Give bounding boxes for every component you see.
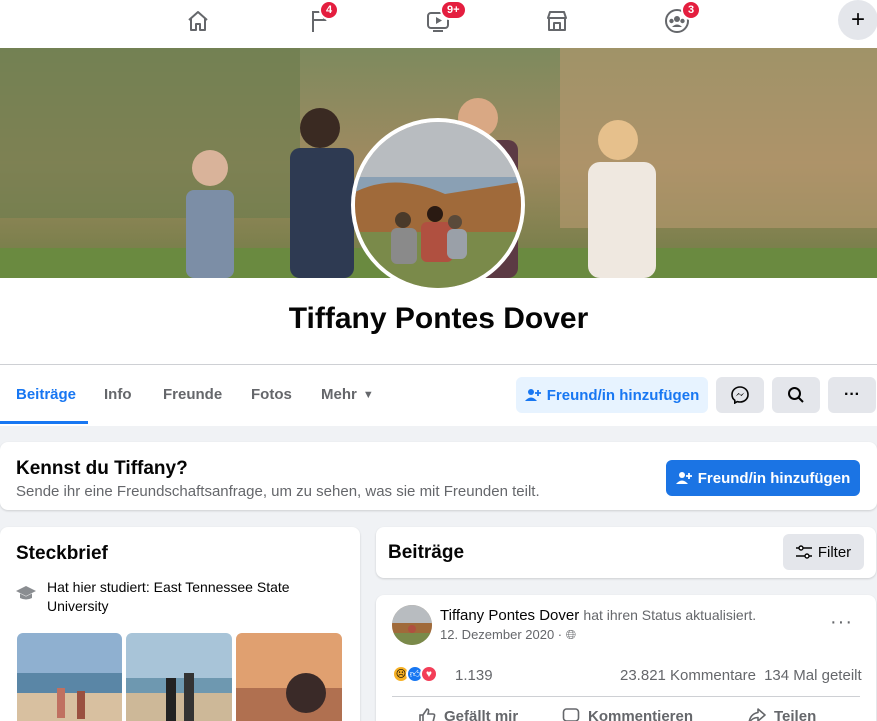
header-divider [0, 364, 877, 365]
messenger-icon [731, 386, 749, 404]
friend-request-subtitle: Sende ihr eine Freundschaftsanfrage, um … [16, 483, 540, 500]
filter-button[interactable]: Filter [783, 534, 864, 570]
top-navigation: 4 9+ 3 + [0, 0, 877, 48]
post-author-avatar[interactable] [392, 605, 432, 645]
more-options-button[interactable]: ··· [828, 377, 876, 413]
flag-badge: 4 [319, 0, 340, 20]
groups-icon[interactable]: 3 [659, 0, 702, 36]
search-icon [788, 387, 804, 403]
intro-photo-3[interactable] [236, 633, 342, 721]
intro-photo-2[interactable] [126, 633, 232, 721]
flag-icon[interactable]: 4 [301, 0, 340, 36]
tab-friends[interactable]: Freunde [163, 386, 222, 403]
thumbs-up-icon [419, 708, 436, 721]
friend-request-title: Kennst du Tiffany? [16, 458, 188, 479]
home-icon[interactable] [180, 6, 216, 36]
caret-down-icon: ▼ [362, 388, 374, 401]
reaction-count[interactable]: 1.139 [455, 667, 493, 684]
add-friend-primary-label: Freund/in hinzufügen [697, 469, 851, 487]
post-author-name[interactable]: Tiffany Pontes Dover [440, 607, 579, 624]
tab-info[interactable]: Info [104, 386, 132, 403]
marketplace-icon[interactable] [539, 6, 575, 36]
profile-name: Tiffany Pontes Dover [288, 302, 589, 335]
globe-icon: 🌐︎ [565, 627, 577, 642]
like-button[interactable]: Gefällt mir [418, 707, 518, 721]
shares-count[interactable]: 134 Mal geteilt [764, 667, 862, 684]
video-icon[interactable]: 9+ [420, 0, 467, 36]
posts-title: Beiträge [388, 542, 465, 563]
post-more-button[interactable]: ··· [830, 611, 853, 634]
post-card: Tiffany Pontes Dover hat ihren Status ak… [376, 595, 876, 721]
comment-icon [562, 708, 580, 721]
tab-more[interactable]: Mehr ▼ [321, 386, 374, 403]
tab-photos[interactable]: Fotos [251, 386, 292, 403]
messenger-button[interactable] [716, 377, 764, 413]
intro-title: Steckbrief [16, 543, 108, 564]
post-date-text: 12. Dezember 2020 · [440, 627, 566, 642]
post-header-text: Tiffany Pontes Dover hat ihren Status ak… [440, 607, 756, 624]
share-icon [748, 708, 766, 721]
add-friend-icon [675, 472, 692, 484]
create-plus-button[interactable]: + [838, 0, 877, 40]
friend-request-card: Kennst du Tiffany? Sende ihr eine Freund… [0, 442, 877, 510]
share-button[interactable]: Teilen [748, 707, 816, 721]
share-label: Teilen [774, 707, 817, 721]
comments-shares: 23.821 Kommentare 134 Mal geteilt [620, 667, 862, 684]
tab-more-label: Mehr [321, 386, 357, 403]
reaction-icons[interactable]: ☹ 👍︎ ♥ [392, 665, 438, 683]
groups-badge: 3 [681, 0, 702, 20]
tab-posts[interactable]: Beiträge [16, 386, 76, 403]
intro-card: Steckbrief Hat hier studiert: East Tenne… [0, 527, 360, 721]
love-reaction-icon: ♥ [420, 665, 438, 683]
post-date[interactable]: 12. Dezember 2020 · 🌐︎ [440, 627, 576, 643]
comment-button[interactable]: Kommentieren [562, 707, 693, 721]
graduation-cap-icon [16, 586, 36, 600]
filter-label: Filter [817, 543, 852, 561]
posts-header-card: Beiträge Filter [376, 527, 876, 578]
filter-icon [795, 545, 812, 559]
like-label: Gefällt mir [444, 707, 519, 721]
comment-label: Kommentieren [588, 707, 694, 721]
profile-picture[interactable] [351, 118, 525, 292]
active-tab-underline [0, 421, 88, 424]
comments-count[interactable]: 23.821 Kommentare [620, 667, 756, 684]
add-friend-icon [524, 389, 541, 401]
studied-at-text: Hat hier studiert: East Tennessee State … [47, 579, 290, 614]
post-divider [392, 696, 860, 697]
video-badge: 9+ [440, 0, 467, 20]
intro-photo-1[interactable] [17, 633, 122, 721]
add-friend-button[interactable]: Freund/in hinzufügen [516, 377, 708, 413]
add-friend-primary-button[interactable]: Freund/in hinzufügen [666, 460, 860, 496]
search-button[interactable] [772, 377, 820, 413]
post-action-text: hat ihren Status aktualisiert. [583, 607, 757, 623]
add-friend-label: Freund/in hinzufügen [546, 386, 700, 404]
